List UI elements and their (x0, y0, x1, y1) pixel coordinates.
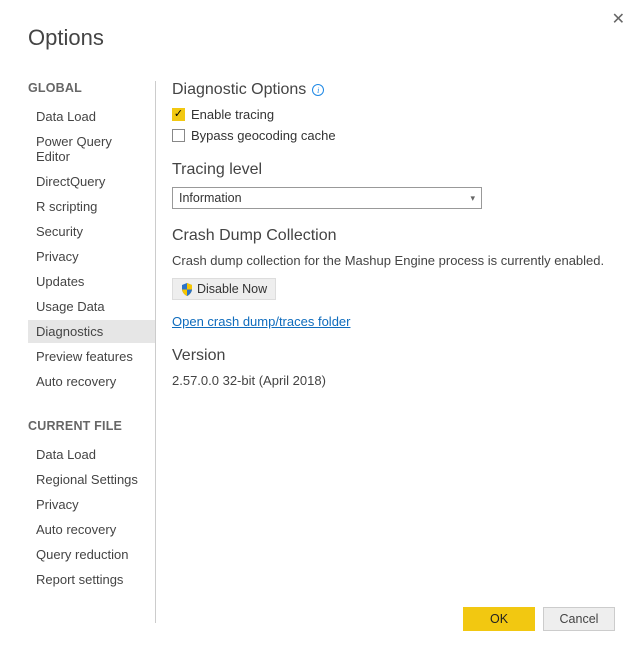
sidebar-item-security[interactable]: Security (28, 220, 155, 243)
sidebar-item-cf-data-load[interactable]: Data Load (28, 443, 155, 466)
diagnostic-options-heading: Diagnostic Options (172, 81, 306, 99)
sidebar-item-r-scripting[interactable]: R scripting (28, 195, 155, 218)
chevron-down-icon: ▾ (470, 193, 475, 204)
sidebar-item-cf-regional-settings[interactable]: Regional Settings (28, 468, 155, 491)
sidebar-section-global: GLOBAL (28, 81, 155, 95)
dialog-footer: OK Cancel (463, 607, 615, 631)
disable-now-label: Disable Now (197, 282, 267, 296)
bypass-geocoding-checkbox[interactable]: Bypass geocoding cache (172, 128, 619, 143)
window-title: Options (0, 0, 639, 51)
version-heading: Version (172, 347, 619, 365)
sidebar-item-auto-recovery[interactable]: Auto recovery (28, 370, 155, 393)
sidebar-item-cf-query-reduction[interactable]: Query reduction (28, 543, 155, 566)
version-value: 2.57.0.0 32-bit (April 2018) (172, 373, 619, 388)
sidebar: GLOBAL Data Load Power Query Editor Dire… (28, 81, 156, 623)
info-icon[interactable]: i (312, 84, 324, 96)
close-icon[interactable]: ✕ (612, 12, 625, 28)
bypass-geocoding-label: Bypass geocoding cache (191, 128, 336, 143)
enable-tracing-checkbox[interactable]: ✓ Enable tracing (172, 107, 619, 122)
crash-dump-description: Crash dump collection for the Mashup Eng… (172, 253, 619, 268)
sidebar-item-preview-features[interactable]: Preview features (28, 345, 155, 368)
sidebar-section-current-file: CURRENT FILE (28, 419, 155, 433)
sidebar-item-data-load[interactable]: Data Load (28, 105, 155, 128)
enable-tracing-label: Enable tracing (191, 107, 274, 122)
sidebar-item-cf-privacy[interactable]: Privacy (28, 493, 155, 516)
checkbox-unchecked-icon (172, 129, 185, 142)
sidebar-item-usage-data[interactable]: Usage Data (28, 295, 155, 318)
open-crash-dump-link[interactable]: Open crash dump/traces folder (172, 314, 350, 329)
sidebar-item-updates[interactable]: Updates (28, 270, 155, 293)
sidebar-item-directquery[interactable]: DirectQuery (28, 170, 155, 193)
crash-dump-heading: Crash Dump Collection (172, 227, 619, 245)
sidebar-item-cf-report-settings[interactable]: Report settings (28, 568, 155, 591)
tracing-level-value: Information (179, 191, 242, 205)
tracing-level-select[interactable]: Information ▾ (172, 187, 482, 209)
sidebar-item-power-query-editor[interactable]: Power Query Editor (28, 130, 155, 168)
content-panel: Diagnostic Options i ✓ Enable tracing By… (156, 81, 639, 623)
shield-icon (181, 283, 193, 296)
sidebar-item-diagnostics[interactable]: Diagnostics (28, 320, 155, 343)
disable-now-button[interactable]: Disable Now (172, 278, 276, 300)
sidebar-item-privacy[interactable]: Privacy (28, 245, 155, 268)
ok-button[interactable]: OK (463, 607, 535, 631)
sidebar-item-cf-auto-recovery[interactable]: Auto recovery (28, 518, 155, 541)
cancel-button[interactable]: Cancel (543, 607, 615, 631)
tracing-level-heading: Tracing level (172, 161, 619, 179)
checkbox-checked-icon: ✓ (172, 108, 185, 121)
